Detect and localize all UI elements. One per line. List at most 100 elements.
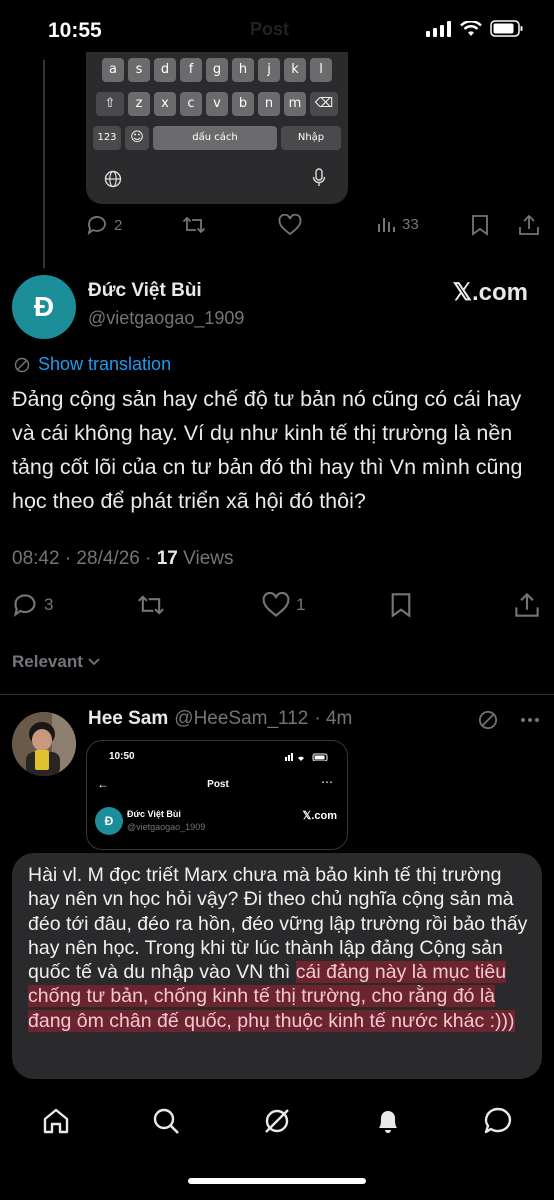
backspace-key-icon: ⌫	[310, 92, 338, 116]
key: h	[232, 58, 254, 82]
reply-count: 3	[44, 595, 54, 614]
grok-icon[interactable]	[261, 1105, 293, 1137]
heart-icon	[262, 592, 290, 617]
author-handle[interactable]: @vietgaogao_1909	[88, 308, 244, 329]
notifications-icon[interactable]	[372, 1105, 404, 1137]
bookmark-icon	[472, 215, 488, 236]
wifi-icon	[460, 20, 482, 36]
reply-avatar-photo	[12, 712, 76, 776]
shot-author-name: Đức Việt Bùi	[127, 809, 181, 819]
views-button[interactable]: 33	[376, 214, 419, 234]
like-button[interactable]: 1	[262, 592, 305, 618]
globe-icon	[104, 170, 122, 188]
previous-post-actions: 2 33	[86, 214, 546, 242]
key: j	[258, 58, 280, 82]
key: k	[284, 58, 306, 82]
reply-attached-screenshot[interactable]: 10:50 ← Post ⋯ Đ Đức Việt Bùi @vietgaoga…	[86, 740, 348, 850]
status-time: 10:55	[48, 19, 102, 42]
views-label: Views	[177, 548, 234, 569]
views-count: 33	[402, 215, 419, 233]
bookmark-button[interactable]	[471, 214, 489, 236]
avatar[interactable]: Đ	[12, 275, 76, 339]
enter-key: Nhập	[281, 126, 341, 150]
reply-author-name[interactable]: Hee Sam	[88, 708, 168, 730]
share-icon	[519, 214, 539, 235]
key: s	[128, 58, 150, 82]
sort-replies-dropdown[interactable]: Relevant	[12, 652, 101, 672]
signal-icon	[426, 20, 451, 37]
comment-overlay: Hài vl. M đọc triết Marx chưa mà bảo kin…	[12, 853, 542, 1079]
repost-button[interactable]	[182, 214, 206, 236]
tweet-actions: 3 1	[0, 592, 554, 622]
battery-icon	[490, 20, 523, 37]
reply-header-icons	[478, 710, 540, 730]
show-translation-link[interactable]: Show translation	[14, 354, 171, 375]
search-icon[interactable]	[150, 1105, 182, 1137]
key: d	[154, 58, 176, 82]
key: a	[102, 58, 124, 82]
key: f	[180, 58, 202, 82]
key: m	[284, 92, 306, 116]
reply-button[interactable]: 3	[12, 592, 53, 618]
timestamp: 08:42 · 28/4/26 ·	[12, 548, 157, 569]
author-name[interactable]: Đức Việt Bùi	[88, 280, 202, 302]
chevron-down-icon	[88, 658, 100, 666]
shot-status-time: 10:50	[109, 751, 135, 762]
tweet-text: Đảng cộng sản hay chế độ tư bản nó cũng …	[12, 387, 523, 513]
share-button[interactable]	[514, 592, 540, 618]
shot-author-handle: @vietgaogao_1909	[127, 822, 206, 832]
key: x	[154, 92, 176, 116]
shot-avatar: Đ	[95, 807, 123, 835]
emoji-key-icon: ☺	[125, 126, 149, 150]
attached-keyboard-image[interactable]: a s d f g h j k l ⇧ z x c v b n m ⌫ 123 …	[86, 52, 348, 204]
shift-key-icon: ⇧	[96, 92, 124, 116]
repost-icon	[182, 216, 206, 234]
shot-title: Post	[207, 779, 229, 790]
keyboard-row-2: ⇧ z x c v b n m ⌫	[86, 92, 348, 116]
views-icon	[378, 218, 395, 232]
numbers-key: 123	[93, 126, 121, 150]
key: b	[232, 92, 254, 116]
keyboard-row-1: a s d f g h j k l	[86, 58, 348, 82]
thread-line	[43, 60, 45, 268]
show-translation-label: Show translation	[38, 354, 172, 374]
bookmark-icon	[391, 593, 411, 618]
reply-button[interactable]: 2	[86, 214, 122, 236]
space-key: dấu cách	[153, 126, 277, 150]
home-indicator	[188, 1178, 366, 1184]
repost-icon	[138, 595, 164, 615]
keyboard-row-3: 123 ☺ dấu cách Nhập	[86, 126, 348, 150]
heart-icon	[278, 214, 302, 236]
key: l	[310, 58, 332, 82]
key: n	[258, 92, 280, 116]
status-ghost-title: Post	[250, 19, 290, 39]
reply-header: Hee Sam @HeeSam_112 · 4m	[88, 708, 352, 730]
reply-count: 2	[114, 216, 123, 234]
home-icon[interactable]	[40, 1105, 72, 1137]
shot-x-mark: 𝕏.com	[302, 810, 337, 822]
views-count: 17	[156, 548, 178, 569]
bottom-navigation	[0, 1095, 554, 1200]
status-icons	[426, 20, 524, 37]
messages-icon[interactable]	[482, 1105, 514, 1137]
reply-icon	[87, 216, 106, 236]
microphone-icon	[312, 168, 326, 186]
x-logo-mark: 𝕏.com	[452, 279, 528, 306]
bookmark-button[interactable]	[390, 592, 412, 618]
key: g	[206, 58, 228, 82]
reply-icon	[13, 594, 36, 618]
status-bar: 10:55 Post	[0, 0, 554, 56]
key: v	[206, 92, 228, 116]
more-options-icon[interactable]	[520, 717, 540, 723]
share-button[interactable]	[518, 214, 540, 236]
share-icon	[515, 592, 539, 617]
like-button[interactable]	[278, 214, 302, 236]
repost-button[interactable]	[137, 592, 165, 618]
reply-time: · 4m	[314, 708, 353, 729]
reply-author-handle[interactable]: @HeeSam_112	[174, 708, 308, 730]
reply-avatar[interactable]	[12, 712, 76, 776]
translate-icon[interactable]	[478, 710, 498, 730]
like-count: 1	[296, 595, 306, 614]
key: z	[128, 92, 150, 116]
translate-icon	[14, 357, 30, 372]
